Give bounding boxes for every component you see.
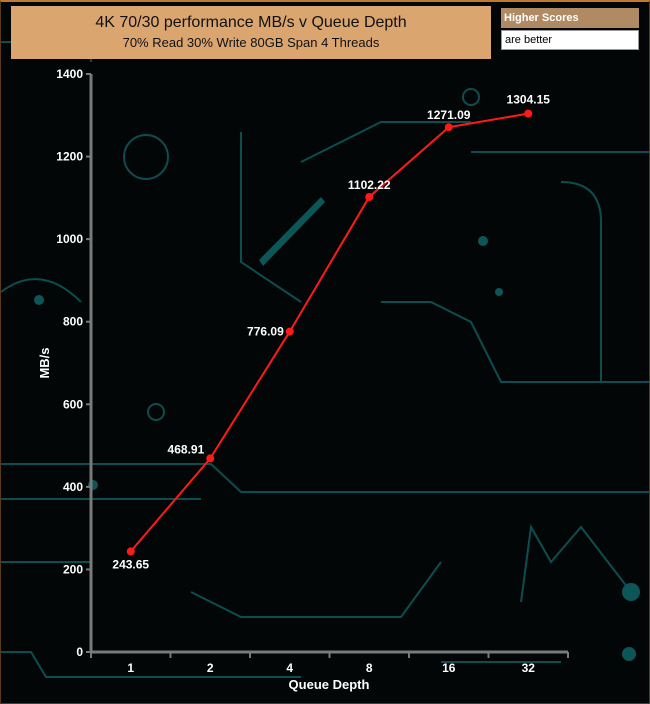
y-tick-label: 800	[63, 315, 83, 329]
data-label: 1304.15	[507, 93, 551, 107]
y-axis-label: MB/s	[37, 347, 52, 378]
y-tick-label: 200	[63, 562, 83, 576]
x-tick-label: 4	[286, 661, 293, 675]
y-tick-label: 1000	[56, 232, 83, 246]
x-axis-label: Queue Depth	[289, 677, 370, 692]
y-tick-label: 0	[76, 645, 83, 659]
y-tick-label: 400	[63, 480, 83, 494]
y-tick-label: 1400	[56, 67, 83, 81]
data-label: 776.09	[247, 325, 284, 339]
x-tick-label: 2	[207, 661, 214, 675]
data-label: 243.65	[112, 557, 149, 571]
data-label: 468.91	[168, 442, 205, 456]
chart-container: 4K 70/30 performance MB/s v Queue Depth …	[0, 0, 650, 704]
data-label: 1102.22	[348, 178, 391, 192]
x-tick-label: 32	[522, 661, 536, 675]
data-point	[206, 454, 215, 463]
data-point	[524, 109, 533, 118]
x-tick-label: 16	[442, 661, 456, 675]
data-point	[365, 192, 374, 201]
series-line	[129, 112, 529, 553]
y-tick-label: 600	[63, 397, 83, 411]
x-tick-label: 1	[127, 661, 134, 675]
data-point	[444, 123, 453, 132]
y-tick-label: 1200	[56, 150, 83, 164]
x-tick-label: 8	[366, 661, 373, 675]
data-point	[285, 327, 294, 336]
data-point	[126, 547, 135, 556]
data-label: 1271.09	[427, 108, 471, 122]
plot-area: 0 200 400 600 800 1000 1200 1400 1 2 4 8 16 32 243.65…	[37, 67, 569, 692]
